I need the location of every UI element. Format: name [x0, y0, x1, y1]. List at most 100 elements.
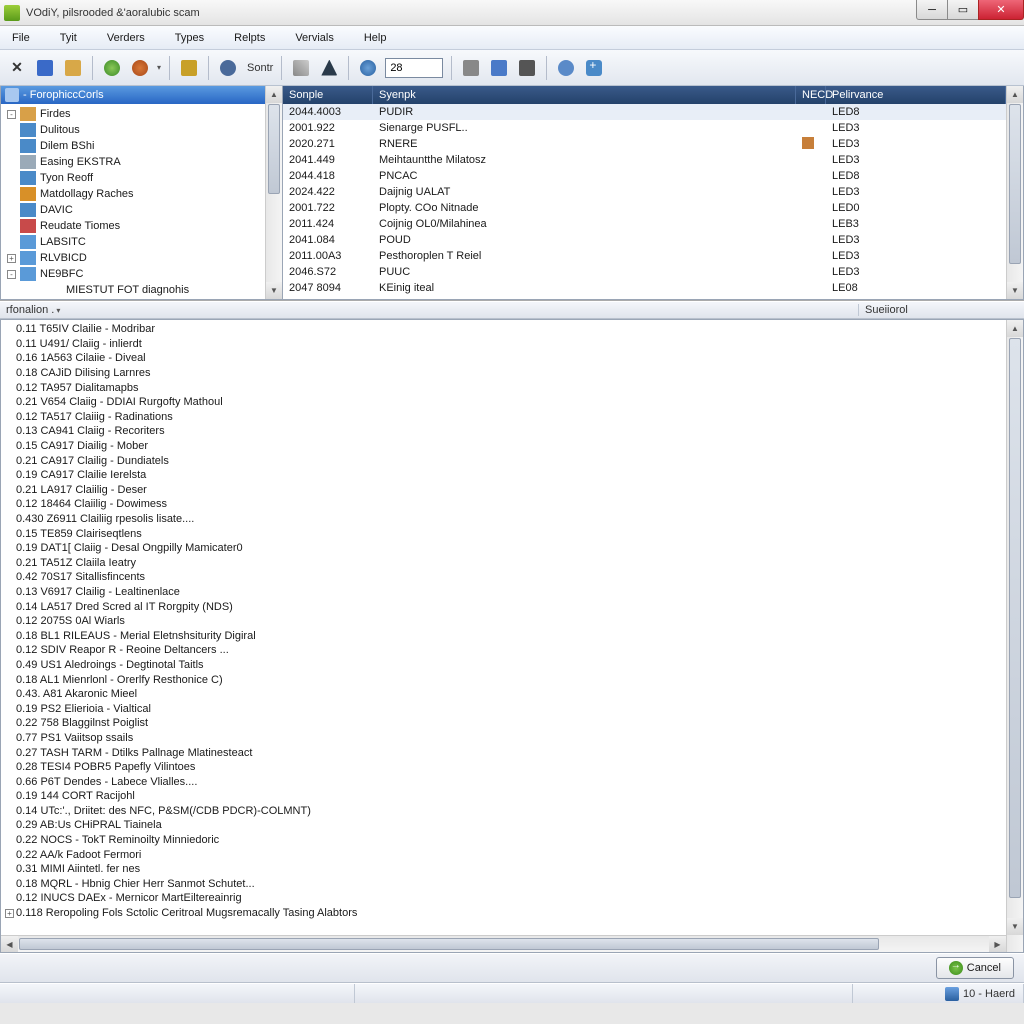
- list-item[interactable]: 0.14 UTc:'., Driitet: des NFC, P&SM(/CDB…: [5, 804, 1006, 819]
- list-item[interactable]: 0.18 AL1 Mienrlonl - Orerlfy Resthonice …: [5, 672, 1006, 687]
- list-hscrollbar[interactable]: ◀ ▶: [1, 935, 1006, 952]
- list-item[interactable]: 0.430 Z6911 Clailiig rpesolis lisate....: [5, 512, 1006, 527]
- menu-relpts[interactable]: Relpts: [226, 30, 273, 46]
- tool-grid-icon[interactable]: [178, 57, 200, 79]
- tree-scrollbar[interactable]: ▲ ▼: [265, 86, 282, 299]
- tree-item[interactable]: Reudate Tiomes: [1, 218, 265, 234]
- list-item[interactable]: 0.22 758 Blaggilnst Poiglist: [5, 716, 1006, 731]
- list-item[interactable]: 0.31 MIMI Aiintetl. fer nes: [5, 862, 1006, 877]
- tool-shield-icon[interactable]: [488, 57, 510, 79]
- list-item[interactable]: 0.12 2075S 0Al Wiarls: [5, 614, 1006, 629]
- tool-print-icon[interactable]: [460, 57, 482, 79]
- col-necd[interactable]: NECD: [796, 86, 826, 104]
- list-item[interactable]: 0.28 TESI4 POBR5 Papefly Vilintoes: [5, 760, 1006, 775]
- info-left[interactable]: rfonalion .: [6, 304, 54, 316]
- table-row[interactable]: 2041.449Meihtauntthe MilatoszLED3: [283, 152, 1006, 168]
- table-row[interactable]: 2046.S72PUUCLED3: [283, 264, 1006, 280]
- menu-help[interactable]: Help: [356, 30, 395, 46]
- tree-header[interactable]: - ForophiccCorls: [1, 86, 265, 104]
- tree-item[interactable]: +RLVBICD: [1, 250, 265, 266]
- list-item[interactable]: 0.13 V6917 Clailig - Lealtinenlace: [5, 585, 1006, 600]
- list-item[interactable]: 0.12 TA957 Dialitamapbs: [5, 380, 1006, 395]
- menu-tyit[interactable]: Tyit: [52, 30, 85, 46]
- col-sonple[interactable]: Sonple: [283, 86, 373, 104]
- table-row[interactable]: 2024.422Daijnig UALATLED3: [283, 184, 1006, 200]
- list-item[interactable]: 0.12 INUCS DAEx - Mernicor MartEiltereai…: [5, 891, 1006, 906]
- table-scrollbar[interactable]: ▲ ▼: [1006, 86, 1023, 299]
- tree-item[interactable]: Dilem BShi: [1, 138, 265, 154]
- search-input[interactable]: [385, 58, 443, 78]
- list-item[interactable]: 0.42 70S17 Sitallisfincents: [5, 570, 1006, 585]
- tree-item[interactable]: Dulitous: [1, 122, 265, 138]
- list-item[interactable]: 0.19 PS2 Elierioia - Vialtical: [5, 701, 1006, 716]
- list-item[interactable]: 0.19 DAT1[ Claiig - Desal Ongpilly Mamic…: [5, 541, 1006, 556]
- list-item[interactable]: 0.13 CA941 Claiig - Recoriters: [5, 424, 1006, 439]
- list-item[interactable]: 0.21 CA917 Clailig - Dundiatels: [5, 453, 1006, 468]
- table-header[interactable]: Sonple Syenpk NECD Pelirvance: [283, 86, 1006, 104]
- list-item[interactable]: 0.43. A81 Akaronic Mieel: [5, 687, 1006, 702]
- minimize-button[interactable]: ─: [916, 0, 948, 20]
- tree-item[interactable]: -NE9BFC: [1, 266, 265, 282]
- tool-add-icon[interactable]: +: [583, 57, 605, 79]
- list-item[interactable]: 0.21 V654 Claiig - DDIAI Rurgofty Mathou…: [5, 395, 1006, 410]
- list-item[interactable]: 0.12 18464 Claiilig - Dowimess: [5, 497, 1006, 512]
- menu-types[interactable]: Types: [167, 30, 212, 46]
- tree-item[interactable]: DAVIC: [1, 202, 265, 218]
- list-item[interactable]: 0.22 AA/k Fadoot Fermori: [5, 847, 1006, 862]
- col-syenpk[interactable]: Syenpk: [373, 86, 796, 104]
- cancel-button[interactable]: Cancel: [936, 957, 1014, 979]
- table-row[interactable]: 2011.424Coijnig OL0/MilahineaLEB3: [283, 216, 1006, 232]
- table-row[interactable]: 2044.418PNCACLED8: [283, 168, 1006, 184]
- table-row[interactable]: 2001.922Sienarge PUSFL..LED3: [283, 120, 1006, 136]
- close-button[interactable]: ✕: [978, 0, 1024, 20]
- tree-item[interactable]: MIESTUT FOT diagnohis: [1, 282, 265, 298]
- tree-item[interactable]: LABSITC: [1, 234, 265, 250]
- table-row[interactable]: 2001.722Plopty. COo NitnadeLED0: [283, 200, 1006, 216]
- tool-doc-icon[interactable]: [62, 57, 84, 79]
- menu-file[interactable]: File: [4, 30, 38, 46]
- list-item[interactable]: 0.14 LA517 Dred Scred al IT Rorgpity (ND…: [5, 599, 1006, 614]
- list-item[interactable]: 0.11 U491/ Claiig - inlierdt: [5, 337, 1006, 352]
- tree-item[interactable]: Tyon Reoff: [1, 170, 265, 186]
- list-vscrollbar[interactable]: ▲ ▼: [1006, 320, 1023, 952]
- tree-item[interactable]: Matdollagy Raches: [1, 186, 265, 202]
- tool-person-icon[interactable]: [318, 57, 340, 79]
- list-item[interactable]: 0.49 US1 Aledroings - Degtinotal Taitls: [5, 658, 1006, 673]
- list-item[interactable]: 0.22 NOCS - TokT Reminoilty Minniedoric: [5, 833, 1006, 848]
- list-item[interactable]: 0.29 AB:Us CHiPRAL Tiainela: [5, 818, 1006, 833]
- tool-gear-icon[interactable]: [217, 57, 239, 79]
- table-row[interactable]: 2047 8094KEinig itealLE08: [283, 280, 1006, 296]
- list-item[interactable]: 0.12 TA517 Claiiig - Radinations: [5, 410, 1006, 425]
- tree-item[interactable]: -Firdes: [1, 106, 265, 122]
- list-item[interactable]: 0.11 T65IV Clailie - Modribar: [5, 322, 1006, 337]
- list-item[interactable]: 0.19 CA917 Clailie Ierelsta: [5, 468, 1006, 483]
- list-item[interactable]: 0.21 LA917 Claiilig - Deser: [5, 483, 1006, 498]
- list-item[interactable]: 0.15 TE859 Clairiseqtlens: [5, 526, 1006, 541]
- col-pelirvance[interactable]: Pelirvance: [826, 86, 1006, 104]
- tool-link-icon[interactable]: [555, 57, 577, 79]
- list-item[interactable]: 0.16 1A563 Cilaiie - Diveal: [5, 351, 1006, 366]
- tool-wand-icon[interactable]: [290, 57, 312, 79]
- tool-sync-icon[interactable]: [129, 57, 151, 79]
- table-row[interactable]: 2044.4003PUDIRLED8: [283, 104, 1006, 120]
- table-row[interactable]: 2011.00A3Pesthoroplen T ReielLED3: [283, 248, 1006, 264]
- maximize-button[interactable]: ▭: [947, 0, 979, 20]
- clear-button[interactable]: ✕: [6, 57, 28, 79]
- menu-verders[interactable]: Verders: [99, 30, 153, 46]
- tool-calc-icon[interactable]: [516, 57, 538, 79]
- list-item[interactable]: 0.15 CA917 Diailig - Mober: [5, 439, 1006, 454]
- tool-save-icon[interactable]: [34, 57, 56, 79]
- list-item[interactable]: 0.18 BL1 RILEAUS - Merial Eletnshsiturit…: [5, 628, 1006, 643]
- list-item[interactable]: +0.118 Reropoling Fols Sctolic Ceritroal…: [5, 906, 1006, 921]
- list-item[interactable]: 0.12 SDIV Reapor R - Reoine Deltancers .…: [5, 643, 1006, 658]
- tool-refresh-icon[interactable]: [357, 57, 379, 79]
- table-row[interactable]: 2041.084POUDLED3: [283, 232, 1006, 248]
- tool-globe-icon[interactable]: [101, 57, 123, 79]
- list-item[interactable]: 0.18 MQRL - Hbnig Chier Herr Sanmot Schu…: [5, 877, 1006, 892]
- list-item[interactable]: 0.19 144 CORT Racijohl: [5, 789, 1006, 804]
- list-item[interactable]: 0.66 P6T Dendes - Labece Vlialles....: [5, 774, 1006, 789]
- list-item[interactable]: 0.21 TA51Z Claiila Ieatry: [5, 556, 1006, 571]
- list-item[interactable]: 0.18 CAJiD Dilising Larnres: [5, 366, 1006, 381]
- list-item[interactable]: 0.27 TASH TARM - Dtilks Pallnage Mlatine…: [5, 745, 1006, 760]
- tree-item[interactable]: Easing EKSTRA: [1, 154, 265, 170]
